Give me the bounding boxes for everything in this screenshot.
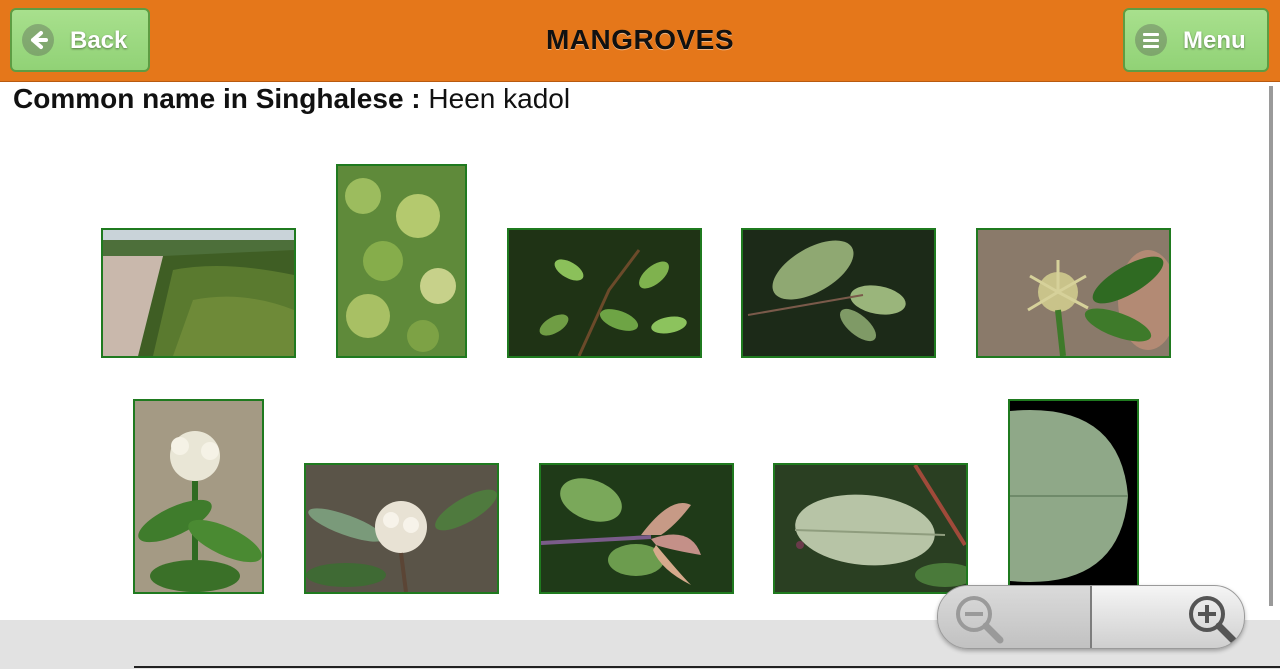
common-name-value: Heen kadol bbox=[428, 83, 571, 114]
large-leaf-photo[interactable] bbox=[1008, 399, 1139, 594]
footer-divider bbox=[134, 666, 1280, 668]
zoom-out-icon bbox=[956, 596, 1004, 644]
hamburger-icon bbox=[1135, 24, 1167, 56]
curled-buds-photo[interactable] bbox=[539, 463, 734, 594]
common-name-line: Common name in Singhalese : Heen kadol bbox=[13, 83, 570, 115]
white-flower-cluster-photo[interactable] bbox=[133, 399, 264, 594]
zoom-out-button[interactable] bbox=[938, 586, 1090, 648]
shrub-foliage-photo[interactable] bbox=[336, 164, 467, 358]
vertical-scrollbar[interactable] bbox=[1269, 86, 1273, 606]
zoom-in-icon bbox=[1189, 596, 1237, 644]
flower-closeup-photo[interactable] bbox=[304, 463, 499, 594]
zoom-control bbox=[937, 585, 1245, 649]
leaf-pair-photo[interactable] bbox=[741, 228, 936, 358]
spiky-propagule-photo[interactable] bbox=[976, 228, 1171, 358]
menu-label: Menu bbox=[1183, 27, 1246, 54]
branch-leaves-photo[interactable] bbox=[507, 228, 702, 358]
zoom-in-button[interactable] bbox=[1091, 586, 1244, 648]
page-title: MANGROVES bbox=[545, 24, 735, 55]
app-header: Back MANGROVES Menu bbox=[0, 0, 1280, 82]
leaf-underside-photo[interactable] bbox=[773, 463, 968, 594]
menu-button[interactable]: Menu bbox=[1123, 8, 1269, 72]
mangrove-stand-photo[interactable] bbox=[101, 228, 296, 358]
common-name-label: Common name in Singhalese : bbox=[13, 83, 421, 114]
